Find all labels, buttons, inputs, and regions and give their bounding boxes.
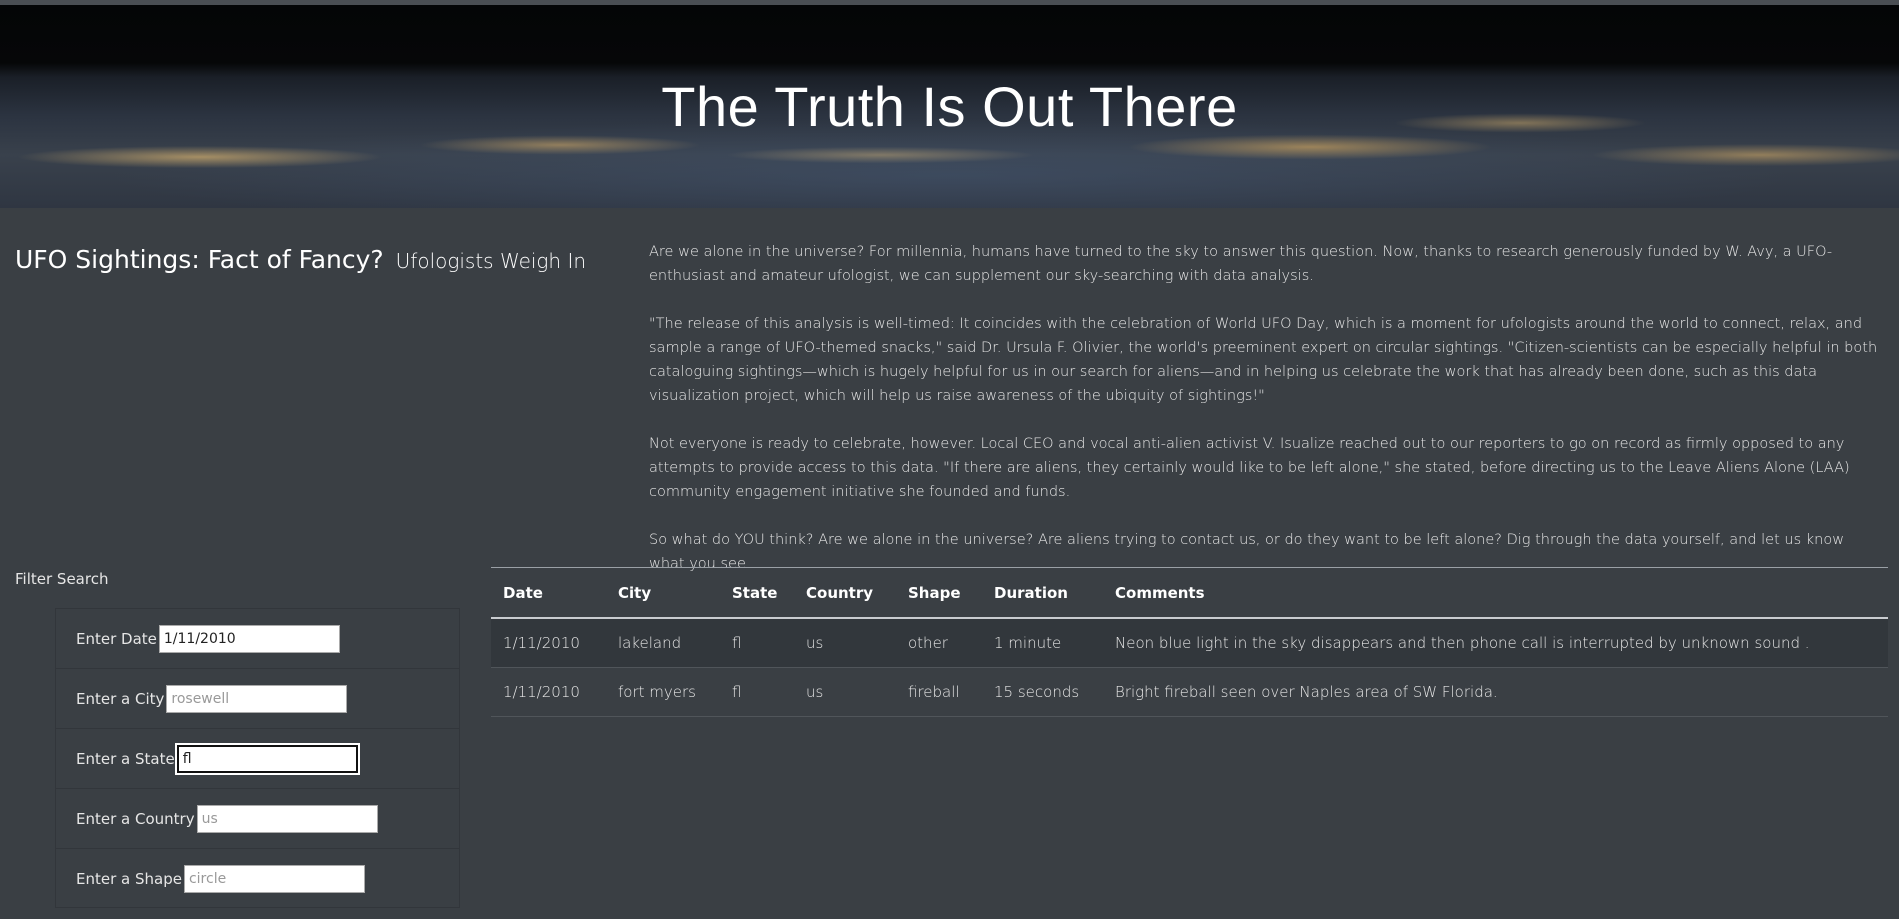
shape-filter-input[interactable] xyxy=(183,865,365,893)
filter-panel: Enter Date Enter a City Enter a State En… xyxy=(55,608,460,908)
page-heading-subtitle: Ufologists Weigh In xyxy=(395,249,587,273)
page-heading-main: UFO Sightings: Fact of Fancy? xyxy=(15,245,384,274)
cell-date: 1/11/2010 xyxy=(491,618,606,668)
cell-duration: 15 seconds xyxy=(982,667,1103,717)
cell-comments: Bright fireball seen over Naples area of… xyxy=(1103,667,1888,717)
column-header-city: City xyxy=(606,568,720,619)
column-header-comments: Comments xyxy=(1103,568,1888,619)
cell-city: fort myers xyxy=(606,667,720,717)
sightings-table-container: Date City State Country Shape Duration C… xyxy=(491,567,1888,717)
article-paragraph: Are we alone in the universe? For millen… xyxy=(649,244,1833,284)
filter-row-date: Enter Date xyxy=(56,609,459,669)
cell-state: fl xyxy=(720,667,794,717)
cell-country: us xyxy=(794,667,896,717)
article-paragraph: Not everyone is ready to celebrate, howe… xyxy=(649,436,1850,500)
cell-shape: fireball xyxy=(896,667,982,717)
cell-duration: 1 minute xyxy=(982,618,1103,668)
filter-search-title: Filter Search xyxy=(15,570,109,588)
cell-shape: other xyxy=(896,618,982,668)
hero-title: The Truth Is Out There xyxy=(661,75,1238,138)
column-header-shape: Shape xyxy=(896,568,982,619)
shape-filter-label: Enter a Shape xyxy=(76,870,182,888)
state-filter-input[interactable] xyxy=(174,742,360,775)
column-header-country: Country xyxy=(794,568,896,619)
column-header-duration: Duration xyxy=(982,568,1103,619)
page-heading: UFO Sightings: Fact of Fancy? Ufologists… xyxy=(15,245,586,274)
cell-city: lakeland xyxy=(606,618,720,668)
city-filter-input[interactable] xyxy=(166,684,348,713)
table-header-row: Date City State Country Shape Duration C… xyxy=(491,568,1888,619)
table-row: 1/11/2010 fort myers fl us fireball 15 s… xyxy=(491,667,1888,717)
column-header-state: State xyxy=(720,568,794,619)
filter-row-country: Enter a Country xyxy=(56,789,459,849)
cell-comments: Neon blue light in the sky disappears an… xyxy=(1103,618,1888,668)
article-text: Are we alone in the universe? For millen… xyxy=(649,240,1884,600)
article-paragraph: "The release of this analysis is well-ti… xyxy=(649,316,1878,404)
cell-state: fl xyxy=(720,618,794,668)
table-row: 1/11/2010 lakeland fl us other 1 minute … xyxy=(491,618,1888,668)
state-filter-label: Enter a State xyxy=(76,749,175,768)
cell-date: 1/11/2010 xyxy=(491,667,606,717)
hero-banner: The Truth Is Out There xyxy=(0,5,1899,208)
country-filter-input[interactable] xyxy=(196,804,378,833)
column-header-date: Date xyxy=(491,568,606,619)
date-filter-label: Enter Date xyxy=(76,629,157,648)
filter-row-state: Enter a State xyxy=(56,729,459,789)
filter-row-city: Enter a City xyxy=(56,669,459,729)
city-filter-label: Enter a City xyxy=(76,689,165,708)
country-filter-label: Enter a Country xyxy=(76,809,195,828)
filter-row-shape: Enter a Shape xyxy=(56,849,459,909)
cell-country: us xyxy=(794,618,896,668)
sightings-table: Date City State Country Shape Duration C… xyxy=(491,568,1888,717)
date-filter-input[interactable] xyxy=(158,624,340,653)
